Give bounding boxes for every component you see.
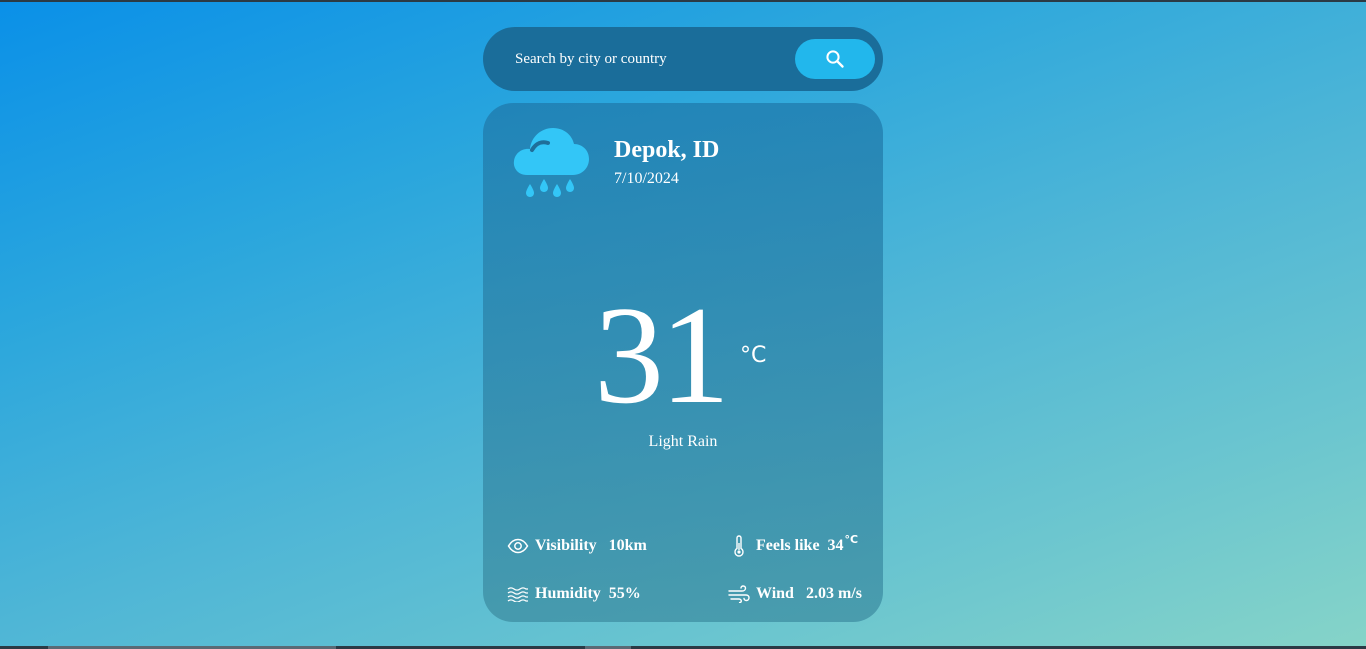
stat-feels-like-value: 34: [827, 537, 844, 554]
search-bar: [483, 27, 883, 91]
location-name: Depok, ID: [614, 137, 720, 163]
window-top-border: [0, 0, 1366, 2]
rain-cloud-icon: [513, 128, 589, 197]
stat-visibility-value: 10km: [608, 537, 647, 554]
current-date: 7/10/2024: [614, 170, 679, 187]
weather-card: Depok, ID 7/10/2024 31 °C Light Rain Vis…: [483, 103, 883, 622]
stat-feels-like-label: Feels like: [756, 537, 820, 554]
search-icon: [826, 50, 844, 68]
stat-wind-value: 2.03 m/s: [805, 585, 862, 602]
stat-visibility: Visibility 10km: [507, 535, 647, 557]
temperature-display: 31 °C: [483, 278, 883, 433]
stat-humidity-value: 55%: [608, 585, 641, 602]
stat-wind-label: Wind: [756, 585, 794, 602]
stat-humidity-label: Humidity: [535, 585, 601, 602]
stat-feels-like: Feels like 34 °C: [728, 532, 859, 557]
search-input[interactable]: [499, 39, 769, 79]
wind-icon: [728, 583, 750, 605]
stat-wind: Wind 2.03 m/s: [728, 583, 862, 605]
thermometer-icon: [728, 535, 750, 557]
stat-visibility-label: Visibility: [535, 537, 597, 554]
waves-icon: [507, 583, 529, 605]
search-button[interactable]: [795, 39, 875, 79]
weather-condition: Light Rain: [648, 433, 718, 450]
temperature-unit: °C: [740, 343, 767, 368]
stat-feels-like-unit: °C: [844, 532, 859, 546]
eye-icon: [507, 535, 529, 557]
stat-humidity: Humidity 55%: [507, 583, 641, 605]
temperature-value: 31: [594, 278, 730, 433]
